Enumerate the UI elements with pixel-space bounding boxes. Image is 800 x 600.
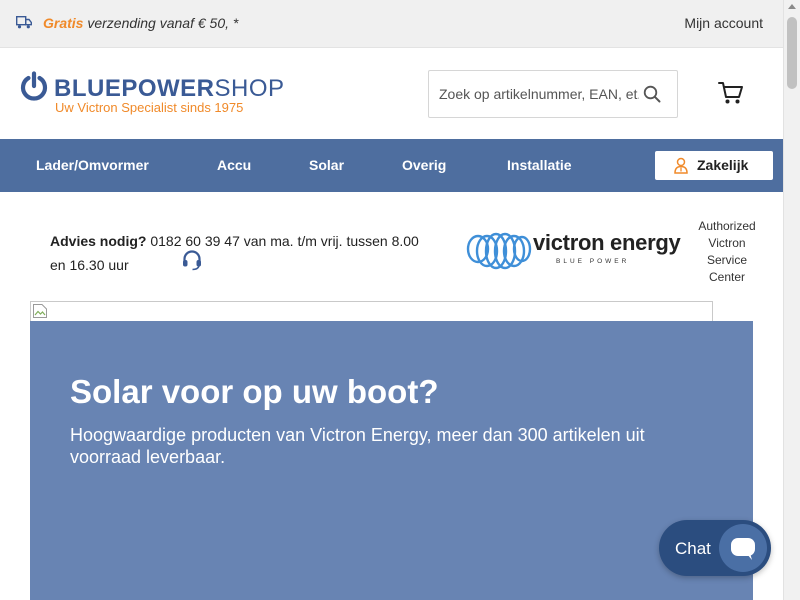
page: Gratis verzending vanaf € 50, * Mijn acc…	[0, 0, 800, 600]
main-nav: Lader/Omvormer Accu Solar Overig Install…	[0, 139, 783, 192]
search-input[interactable]	[429, 71, 677, 117]
shipping-highlight: Gratis	[43, 15, 84, 31]
business-button[interactable]: Zakelijk	[655, 151, 773, 180]
broken-image-icon	[33, 304, 47, 318]
logo-light-text: SHOP	[214, 75, 285, 102]
chat-button[interactable]: Chat	[659, 520, 771, 576]
business-button-label: Zakelijk	[697, 157, 749, 173]
victron-subline: BLUE POWER	[556, 258, 630, 265]
shipping-text: verzending vanaf € 50, *	[83, 15, 239, 31]
page-scrollbar[interactable]	[783, 0, 800, 600]
advice-label: Advies nodig?	[50, 233, 147, 249]
advice-contact: Advies nodig? 0182 60 39 47 van ma. t/m …	[50, 229, 420, 277]
logo-tagline: Uw Victron Specialist sinds 1975	[55, 100, 244, 115]
my-account-link[interactable]: Mijn account	[684, 15, 763, 31]
cart-icon[interactable]	[718, 81, 744, 105]
victron-wordmark: victron energy	[533, 230, 681, 255]
user-badge-icon	[674, 157, 688, 174]
victron-logo: victron energy BLUE POWER	[466, 230, 688, 272]
authorized-service-center: Authorized Victron Service Center	[698, 219, 756, 284]
search-icon[interactable]	[643, 85, 661, 103]
nav-item-lader-omvormer[interactable]: Lader/Omvormer	[36, 157, 149, 173]
shipping-notice: Gratis verzending vanaf € 50, *	[43, 15, 238, 31]
victron-logo-icon	[466, 232, 532, 270]
scroll-thumb[interactable]	[787, 17, 797, 89]
nav-item-solar[interactable]: Solar	[309, 157, 344, 173]
nav-item-installatie[interactable]: Installatie	[507, 157, 572, 173]
power-logo-icon[interactable]	[20, 71, 48, 101]
hero-banner[interactable]: Solar voor op uw boot? Hoogwaardige prod…	[30, 321, 753, 600]
logo-wordmark[interactable]: BLUEPOWERSHOP	[54, 75, 285, 103]
scroll-up-arrow[interactable]	[788, 4, 796, 9]
search-box	[428, 70, 678, 118]
truck-icon	[16, 16, 32, 29]
hero-title: Solar voor op uw boot?	[70, 373, 439, 410]
hero-description: Hoogwaardige producten van Victron Energ…	[70, 425, 645, 467]
nav-item-overig[interactable]: Overig	[402, 157, 446, 173]
chat-bubble	[719, 524, 767, 572]
chat-label: Chat	[675, 539, 711, 558]
nav-item-accu[interactable]: Accu	[217, 157, 251, 173]
headset-icon	[183, 250, 201, 271]
header: BLUEPOWERSHOP Uw Victron Specialist sind…	[0, 49, 783, 139]
chat-bubble-icon	[731, 538, 755, 560]
top-bar: Gratis verzending vanaf € 50, * Mijn acc…	[0, 0, 783, 48]
logo-bold-text: BLUEPOWER	[54, 75, 215, 102]
